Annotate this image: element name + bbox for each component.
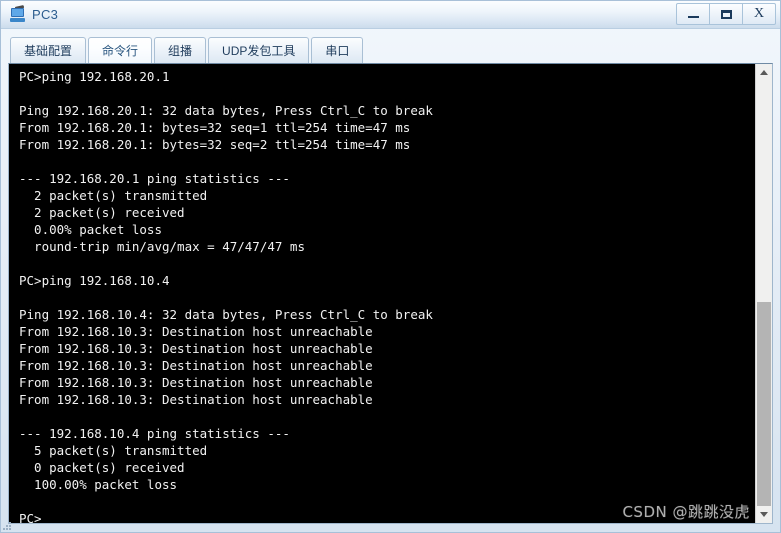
terminal-line: From 192.168.10.3: Destination host unre… [19, 392, 373, 407]
terminal-line: round-trip min/avg/max = 47/47/47 ms [19, 239, 305, 254]
close-button[interactable]: X [742, 3, 776, 25]
maximize-button[interactable] [709, 3, 743, 25]
minimize-icon [687, 16, 699, 18]
terminal-output[interactable]: PC>ping 192.168.20.1 Ping 192.168.20.1: 3… [9, 64, 755, 523]
tab-label: 基础配置 [24, 44, 73, 58]
tab-udp-tool[interactable]: UDP发包工具 [208, 37, 310, 63]
terminal-line: 0 packet(s) received [19, 460, 185, 475]
scrollbar-thumb[interactable] [757, 302, 771, 506]
window-body: 基础配置 命令行 组播 UDP发包工具 串口 PC>ping 192.168.2… [1, 29, 780, 532]
terminal-line: From 192.168.20.1: bytes=32 seq=1 ttl=25… [19, 120, 411, 135]
window-controls: X [676, 3, 776, 25]
terminal-line: From 192.168.10.3: Destination host unre… [19, 341, 373, 356]
tab-strip: 基础配置 命令行 组播 UDP发包工具 串口 [8, 35, 773, 63]
terminal-line: From 192.168.10.3: Destination host unre… [19, 358, 373, 373]
terminal-line: --- 192.168.20.1 ping statistics --- [19, 171, 290, 186]
terminal-line: From 192.168.10.3: Destination host unre… [19, 324, 373, 339]
tab-serial-port[interactable]: 串口 [311, 37, 364, 63]
terminal-line: From 192.168.10.3: Destination host unre… [19, 375, 373, 390]
app-window: PC3 X 基础配置 命令行 组播 UDP发包工具 串口 PC>ping 192… [0, 0, 781, 533]
terminal-panel: PC>ping 192.168.20.1 Ping 192.168.20.1: 3… [8, 63, 773, 524]
scroll-up-button[interactable] [756, 64, 772, 81]
tab-basic-config[interactable]: 基础配置 [10, 37, 87, 63]
terminal-line: PC>ping 192.168.10.4 [19, 273, 170, 288]
terminal-line: 2 packet(s) received [19, 205, 185, 220]
scroll-down-button[interactable] [756, 506, 772, 523]
terminal-line: Ping 192.168.10.4: 32 data bytes, Press … [19, 307, 433, 322]
terminal-line: 0.00% packet loss [19, 222, 162, 237]
tab-label: UDP发包工具 [222, 44, 296, 58]
pc-computer-icon [9, 4, 27, 24]
title-bar: PC3 X [1, 1, 780, 29]
terminal-line: From 192.168.20.1: bytes=32 seq=2 ttl=25… [19, 137, 411, 152]
scroll-down-arrow-icon [760, 512, 768, 517]
terminal-scrollbar[interactable] [755, 64, 772, 523]
close-icon: X [753, 6, 765, 21]
minimize-button[interactable] [676, 3, 710, 25]
terminal-line: PC> [19, 511, 42, 523]
maximize-icon [720, 9, 732, 19]
tab-label: 命令行 [102, 44, 139, 58]
terminal-line: Ping 192.168.20.1: 32 data bytes, Press … [19, 103, 433, 118]
tab-multicast[interactable]: 组播 [154, 37, 207, 63]
terminal-line: 5 packet(s) transmitted [19, 443, 208, 458]
tab-label: 组播 [168, 44, 193, 58]
terminal-line: --- 192.168.10.4 ping statistics --- [19, 426, 290, 441]
scrollbar-track[interactable] [756, 81, 772, 506]
terminal-line: 2 packet(s) transmitted [19, 188, 208, 203]
tab-label: 串口 [325, 44, 350, 58]
terminal-line: PC>ping 192.168.20.1 [19, 69, 170, 84]
window-title: PC3 [32, 6, 59, 22]
terminal-line: 100.00% packet loss [19, 477, 178, 492]
scroll-up-arrow-icon [760, 70, 768, 75]
tab-command-line[interactable]: 命令行 [88, 37, 153, 63]
resize-grip[interactable] [3, 522, 11, 530]
